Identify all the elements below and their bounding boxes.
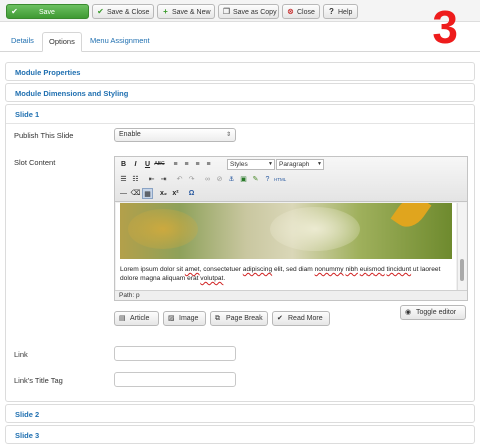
divider — [6, 123, 474, 124]
eye-icon: ◉ — [405, 309, 412, 316]
close-icon: ⊗ — [287, 7, 294, 16]
help-icon[interactable]: ? — [262, 174, 273, 185]
leaf-decoration — [390, 203, 432, 234]
save-as-copy-button[interactable]: ❐ Save as Copy — [218, 4, 279, 19]
italic-icon[interactable]: I — [130, 159, 141, 170]
page-break-icon: ⧉ — [215, 315, 220, 322]
tab-details[interactable]: Details — [5, 32, 40, 52]
copy-icon: ❐ — [222, 7, 231, 16]
page-break-button[interactable]: ⧉ Page Break — [210, 311, 268, 326]
bullet-list-icon[interactable]: ☰ — [118, 174, 129, 185]
publish-select[interactable]: Enable ⇕ — [114, 128, 236, 142]
scrollbar-thumb[interactable] — [460, 259, 464, 281]
panel-slide-2[interactable]: Slide 2 — [5, 404, 475, 423]
save-close-button[interactable]: ✔ Save & Close — [92, 4, 154, 19]
panel-title[interactable]: Slide 1 — [15, 110, 39, 119]
panel-title[interactable]: Slide 3 — [15, 431, 39, 440]
redo-icon[interactable]: ↷ — [186, 174, 197, 185]
step-number: 3 — [432, 1, 458, 53]
save-button[interactable]: ✔ Save — [6, 4, 89, 19]
read-more-button[interactable]: ✔ Read More — [272, 311, 330, 326]
editor-content[interactable]: Lorem ipsum dolor sit amet, consectetuer… — [116, 203, 456, 292]
horizontal-rule-icon[interactable]: — — [118, 188, 129, 199]
close-button[interactable]: ⊗ Close — [282, 4, 320, 19]
chevron-down-icon: ▼ — [317, 161, 322, 167]
tab-options[interactable]: Options — [42, 32, 82, 52]
panel-slide-3[interactable]: Slide 3 — [5, 425, 475, 444]
article-button[interactable]: ▤ Article — [114, 311, 159, 326]
bold-icon[interactable]: B — [118, 159, 129, 170]
toggle-editor-button[interactable]: ◉ Toggle editor — [400, 305, 466, 320]
help-icon: ? — [329, 7, 334, 16]
check-icon: ✔ — [97, 7, 104, 16]
link-title-label: Link's Title Tag — [14, 376, 63, 385]
slide-image — [120, 203, 452, 259]
rich-text-editor: B I U ABC ≡ ≡ ≡ ≡ Styles ▼ Paragraph ▼ ☰ ☷… — [114, 156, 468, 301]
format-select[interactable]: Paragraph ▼ — [276, 159, 324, 170]
editor-path: Path: p — [115, 290, 467, 300]
visual-aid-icon[interactable]: ▦ — [142, 188, 153, 199]
underline-icon[interactable]: U — [142, 159, 153, 170]
link-title-field[interactable] — [114, 372, 236, 387]
article-icon: ▤ — [119, 315, 126, 322]
link-label: Link — [14, 350, 28, 359]
chevron-down-icon: ⇕ — [225, 132, 231, 138]
cleanup-icon[interactable]: ✎ — [250, 174, 261, 185]
slot-content-label: Slot Content — [14, 158, 56, 167]
special-character-icon[interactable]: Ω — [186, 188, 197, 199]
image-button[interactable]: ▨ Image — [163, 311, 206, 326]
align-left-icon[interactable]: ≡ — [170, 159, 181, 170]
outdent-icon[interactable]: ⇤ — [146, 174, 157, 185]
align-right-icon[interactable]: ≡ — [192, 159, 203, 170]
panel-title[interactable]: Module Dimensions and Styling — [15, 89, 128, 98]
chevron-down-icon: ▼ — [268, 161, 273, 167]
editor-paragraph: Lorem ipsum dolor sit amet, consectetuer… — [120, 266, 441, 282]
html-source-icon[interactable]: HTML — [274, 174, 286, 185]
panel-title[interactable]: Module Properties — [15, 68, 80, 77]
subscript-icon[interactable]: x₂ — [158, 188, 169, 199]
save-new-button[interactable]: + Save & New — [157, 4, 215, 19]
image-icon: ▨ — [168, 315, 175, 322]
numbered-list-icon[interactable]: ☷ — [130, 174, 141, 185]
read-more-icon: ✔ — [277, 315, 283, 322]
panel-module-properties[interactable]: Module Properties — [5, 62, 475, 81]
align-justify-icon[interactable]: ≡ — [203, 159, 214, 170]
image-insert-icon[interactable]: ▣ — [238, 174, 249, 185]
editor-toolbar: B I U ABC ≡ ≡ ≡ ≡ Styles ▼ Paragraph ▼ ☰ ☷… — [115, 157, 467, 202]
editor-scrollbar[interactable] — [457, 203, 466, 292]
align-center-icon[interactable]: ≡ — [181, 159, 192, 170]
plus-icon: + — [163, 7, 168, 16]
styles-select[interactable]: Styles ▼ — [227, 159, 275, 170]
anchor-icon[interactable]: ⚓ — [226, 174, 237, 185]
undo-icon[interactable]: ↶ — [174, 174, 185, 185]
panel-title[interactable]: Slide 2 — [15, 410, 39, 419]
tab-menu-assignment[interactable]: Menu Assignment — [84, 32, 156, 52]
strikethrough-icon[interactable]: ABC — [154, 159, 165, 170]
help-button[interactable]: ? Help — [323, 4, 358, 19]
publish-label: Publish This Slide — [14, 131, 74, 140]
check-icon: ✔ — [11, 7, 18, 16]
unlink-icon[interactable]: ⊘ — [214, 174, 225, 185]
toolbar: ✔ Save ✔ Save & Close + Save & New ❐ Save as… — [0, 0, 480, 22]
superscript-icon[interactable]: x² — [170, 188, 181, 199]
indent-icon[interactable]: ⇥ — [158, 174, 169, 185]
link-icon[interactable]: ∞ — [202, 174, 213, 185]
panel-module-dimensions[interactable]: Module Dimensions and Styling — [5, 83, 475, 102]
remove-format-icon[interactable]: ⌫ — [130, 188, 141, 199]
link-field[interactable] — [114, 346, 236, 361]
